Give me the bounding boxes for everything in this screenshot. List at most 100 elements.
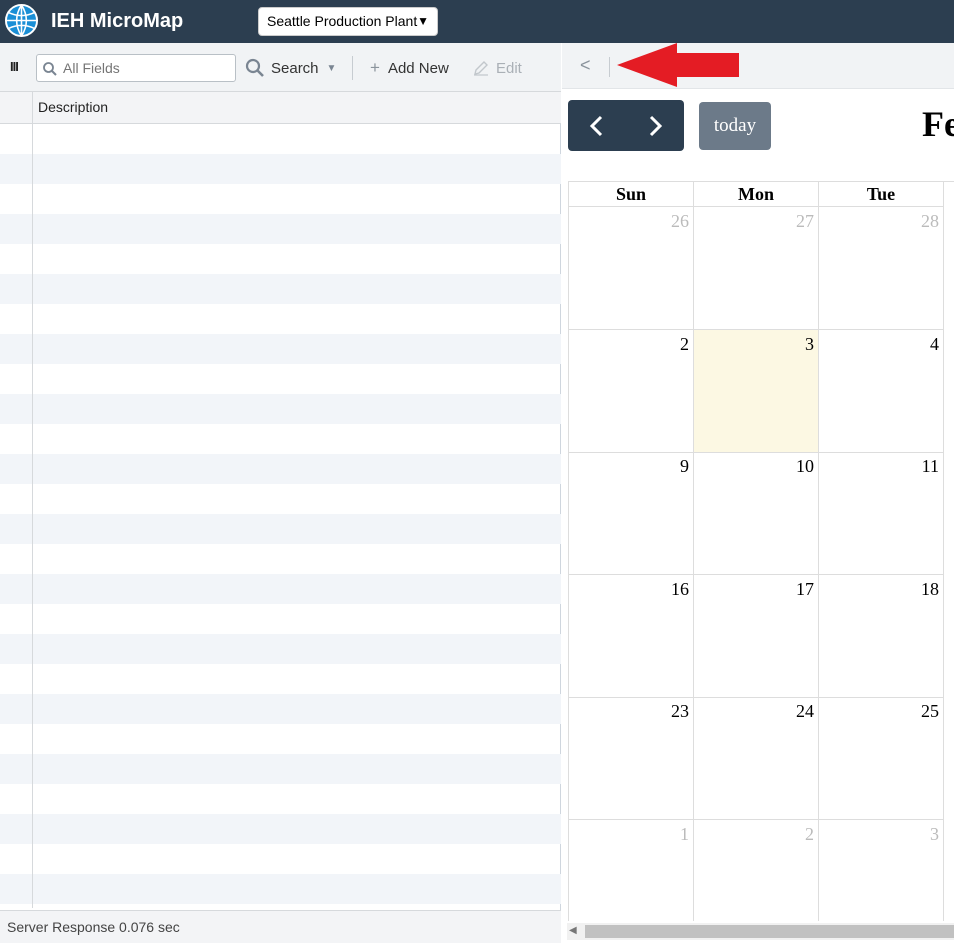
calendar-day-cell[interactable]: 9 xyxy=(569,452,694,575)
calendar-week-row: 9 10 11 xyxy=(569,452,944,575)
calendar-day-cell[interactable]: 11 xyxy=(819,452,944,575)
chevron-left-icon xyxy=(589,115,603,136)
column-header-description[interactable]: Description xyxy=(38,99,108,115)
dropdown-arrow-icon[interactable]: ▼ xyxy=(327,63,337,74)
search-filter-icon xyxy=(43,62,57,76)
calendar-day-cell[interactable]: 17 xyxy=(694,575,819,698)
table-row[interactable] xyxy=(0,364,561,394)
table-row[interactable] xyxy=(0,184,561,214)
table-row[interactable] xyxy=(0,304,561,334)
weekday-header: Sun xyxy=(569,182,694,207)
columns-icon[interactable]: III xyxy=(10,59,19,74)
table-row[interactable] xyxy=(0,514,561,544)
table-row[interactable] xyxy=(0,784,561,814)
table-row[interactable] xyxy=(0,604,561,634)
table-row[interactable] xyxy=(0,814,561,844)
search-box[interactable] xyxy=(36,54,236,82)
calendar-week-row: 2 3 4 xyxy=(569,330,944,453)
collapse-chevron-left-icon[interactable]: < xyxy=(580,55,591,76)
calendar-day-cell[interactable]: 16 xyxy=(569,575,694,698)
day-number: 28 xyxy=(921,211,939,231)
top-bar: IEH MicroMap Seattle Production Plant ▼ xyxy=(0,0,954,43)
grid-toolbar: III Search ▼ + Add New Edit xyxy=(0,43,561,92)
table-row[interactable] xyxy=(0,874,561,904)
day-number: 1 xyxy=(680,824,689,844)
status-bar: Server Response 0.076 sec xyxy=(0,910,561,943)
calendar-week-row: 26 27 28 xyxy=(569,207,944,330)
site-select-value: Seattle Production Plant xyxy=(267,13,418,29)
table-row[interactable] xyxy=(0,244,561,274)
row-selector-header[interactable] xyxy=(0,92,33,124)
search-input[interactable] xyxy=(63,59,228,77)
scrollbar-thumb[interactable] xyxy=(585,925,954,938)
day-number: 27 xyxy=(796,211,814,231)
globe-logo-icon xyxy=(4,3,39,38)
scroll-left-arrow-icon[interactable]: ◀ xyxy=(569,925,577,936)
day-number: 3 xyxy=(930,824,939,844)
table-row[interactable] xyxy=(0,424,561,454)
table-row[interactable] xyxy=(0,484,561,514)
calendar-day-cell[interactable]: 18 xyxy=(819,575,944,698)
day-number: 9 xyxy=(680,456,689,476)
table-row[interactable] xyxy=(0,754,561,784)
left-panel: III Search ▼ + Add New Edit xyxy=(0,43,561,943)
pencil-icon xyxy=(474,61,488,76)
table-row[interactable] xyxy=(0,844,561,874)
table-row[interactable] xyxy=(0,664,561,694)
day-number: 18 xyxy=(921,579,939,599)
today-button[interactable]: today xyxy=(699,102,771,150)
weekday-header: Tue xyxy=(819,182,944,207)
calendar-day-cell[interactable]: 27 xyxy=(694,207,819,330)
calendar-prev-button[interactable] xyxy=(568,100,626,151)
calendar-day-cell[interactable]: 25 xyxy=(819,697,944,820)
day-number: 23 xyxy=(671,701,689,721)
calendar-day-cell[interactable]: 10 xyxy=(694,452,819,575)
calendar-week-row: 16 17 18 xyxy=(569,575,944,698)
day-number: 17 xyxy=(796,579,814,599)
search-button[interactable]: Search ▼ xyxy=(245,56,336,80)
calendar-day-cell[interactable]: 23 xyxy=(569,697,694,820)
calendar-day-cell[interactable]: 26 xyxy=(569,207,694,330)
table-row[interactable] xyxy=(0,154,561,184)
app-title: IEH MicroMap xyxy=(51,10,184,32)
table-row[interactable] xyxy=(0,454,561,484)
horizontal-scrollbar[interactable]: ◀ xyxy=(567,923,954,940)
search-button-label: Search xyxy=(271,59,319,77)
day-number: 16 xyxy=(671,579,689,599)
table-row[interactable] xyxy=(0,394,561,424)
table-row[interactable] xyxy=(0,694,561,724)
caret-down-icon: ▼ xyxy=(417,14,429,28)
table-row[interactable] xyxy=(0,634,561,664)
grid-gutter-divider xyxy=(32,124,33,908)
calendar-day-cell[interactable]: 2 xyxy=(694,820,819,921)
table-row[interactable] xyxy=(0,544,561,574)
edit-label: Edit xyxy=(496,59,522,77)
site-select[interactable]: Seattle Production Plant ▼ xyxy=(258,7,438,36)
calendar-day-cell[interactable]: 3 xyxy=(819,820,944,921)
calendar-week-row: 1 2 3 xyxy=(569,820,944,921)
calendar-day-cell[interactable]: 3 xyxy=(694,330,819,453)
day-number: 3 xyxy=(805,334,814,354)
day-number: 2 xyxy=(805,824,814,844)
calendar-nav-group xyxy=(568,100,684,151)
day-number: 11 xyxy=(921,456,939,476)
day-number: 10 xyxy=(796,456,814,476)
calendar-panel-toolbar: < xyxy=(562,43,954,89)
table-row[interactable] xyxy=(0,274,561,304)
table-row[interactable] xyxy=(0,124,561,154)
table-row[interactable] xyxy=(0,724,561,754)
toolbar-separator xyxy=(609,57,610,77)
calendar-day-cell[interactable]: 28 xyxy=(819,207,944,330)
table-row[interactable] xyxy=(0,214,561,244)
calendar-day-cell[interactable]: 4 xyxy=(819,330,944,453)
calendar-day-cell[interactable]: 2 xyxy=(569,330,694,453)
day-number: 24 xyxy=(796,701,814,721)
table-row[interactable] xyxy=(0,574,561,604)
calendar-day-cell[interactable]: 1 xyxy=(569,820,694,921)
table-row[interactable] xyxy=(0,334,561,364)
add-new-button[interactable]: + Add New xyxy=(370,56,449,80)
calendar-next-button[interactable] xyxy=(626,100,684,151)
search-icon xyxy=(245,58,264,77)
edit-button[interactable]: Edit xyxy=(472,56,522,80)
calendar-day-cell[interactable]: 24 xyxy=(694,697,819,820)
